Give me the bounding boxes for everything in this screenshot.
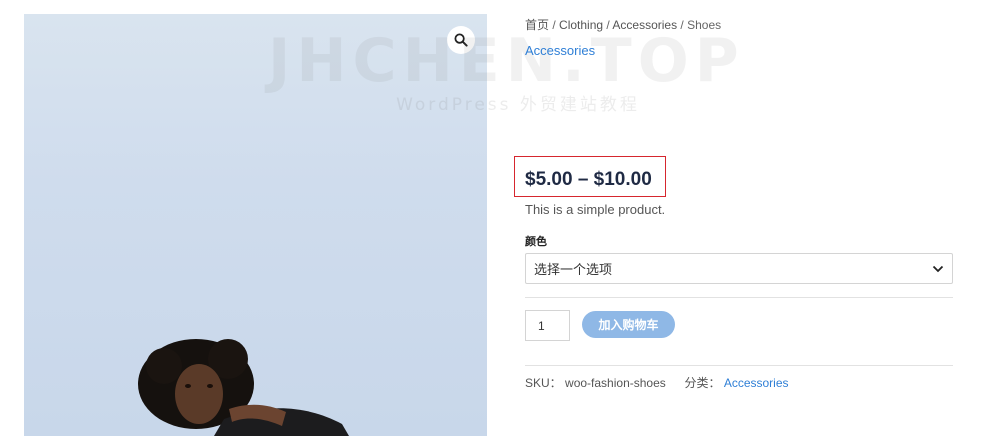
breadcrumb-clothing[interactable]: Clothing <box>559 18 603 32</box>
breadcrumb-separator: / <box>603 18 613 32</box>
product-image-gallery[interactable] <box>24 14 487 436</box>
color-attribute-label: 颜色 <box>525 236 547 248</box>
category-label: 分类： <box>684 376 721 390</box>
sku-value: woo-fashion-shoes <box>565 376 666 390</box>
product-price: $5.00 – $10.00 <box>525 169 652 190</box>
product-category-link[interactable]: Accessories <box>525 43 595 58</box>
divider <box>525 365 953 366</box>
quantity-input[interactable] <box>525 310 570 341</box>
meta-category-link[interactable]: Accessories <box>724 376 789 390</box>
chevron-down-icon <box>932 265 944 273</box>
short-description: This is a simple product. <box>525 202 666 217</box>
sku-label: SKU： <box>525 376 562 390</box>
product-photo <box>138 339 349 436</box>
breadcrumb-separator: / <box>549 18 560 32</box>
select-value: 选择一个选项 <box>534 262 613 277</box>
breadcrumb-accessories[interactable]: Accessories <box>612 18 677 32</box>
add-to-cart-button[interactable]: 加入购物车 <box>582 311 675 338</box>
breadcrumb-separator: / <box>677 18 688 32</box>
breadcrumb-home[interactable]: 首页 <box>525 18 549 32</box>
product-meta: SKU： woo-fashion-shoes 分类： Accessories <box>525 374 789 391</box>
search-icon <box>454 33 468 47</box>
zoom-button[interactable] <box>447 26 475 54</box>
divider <box>525 297 953 298</box>
color-select[interactable]: 选择一个选项 <box>525 253 953 284</box>
breadcrumb-current: Shoes <box>687 18 722 32</box>
breadcrumb: 首页 / Clothing / Accessories / Shoes <box>525 16 721 33</box>
